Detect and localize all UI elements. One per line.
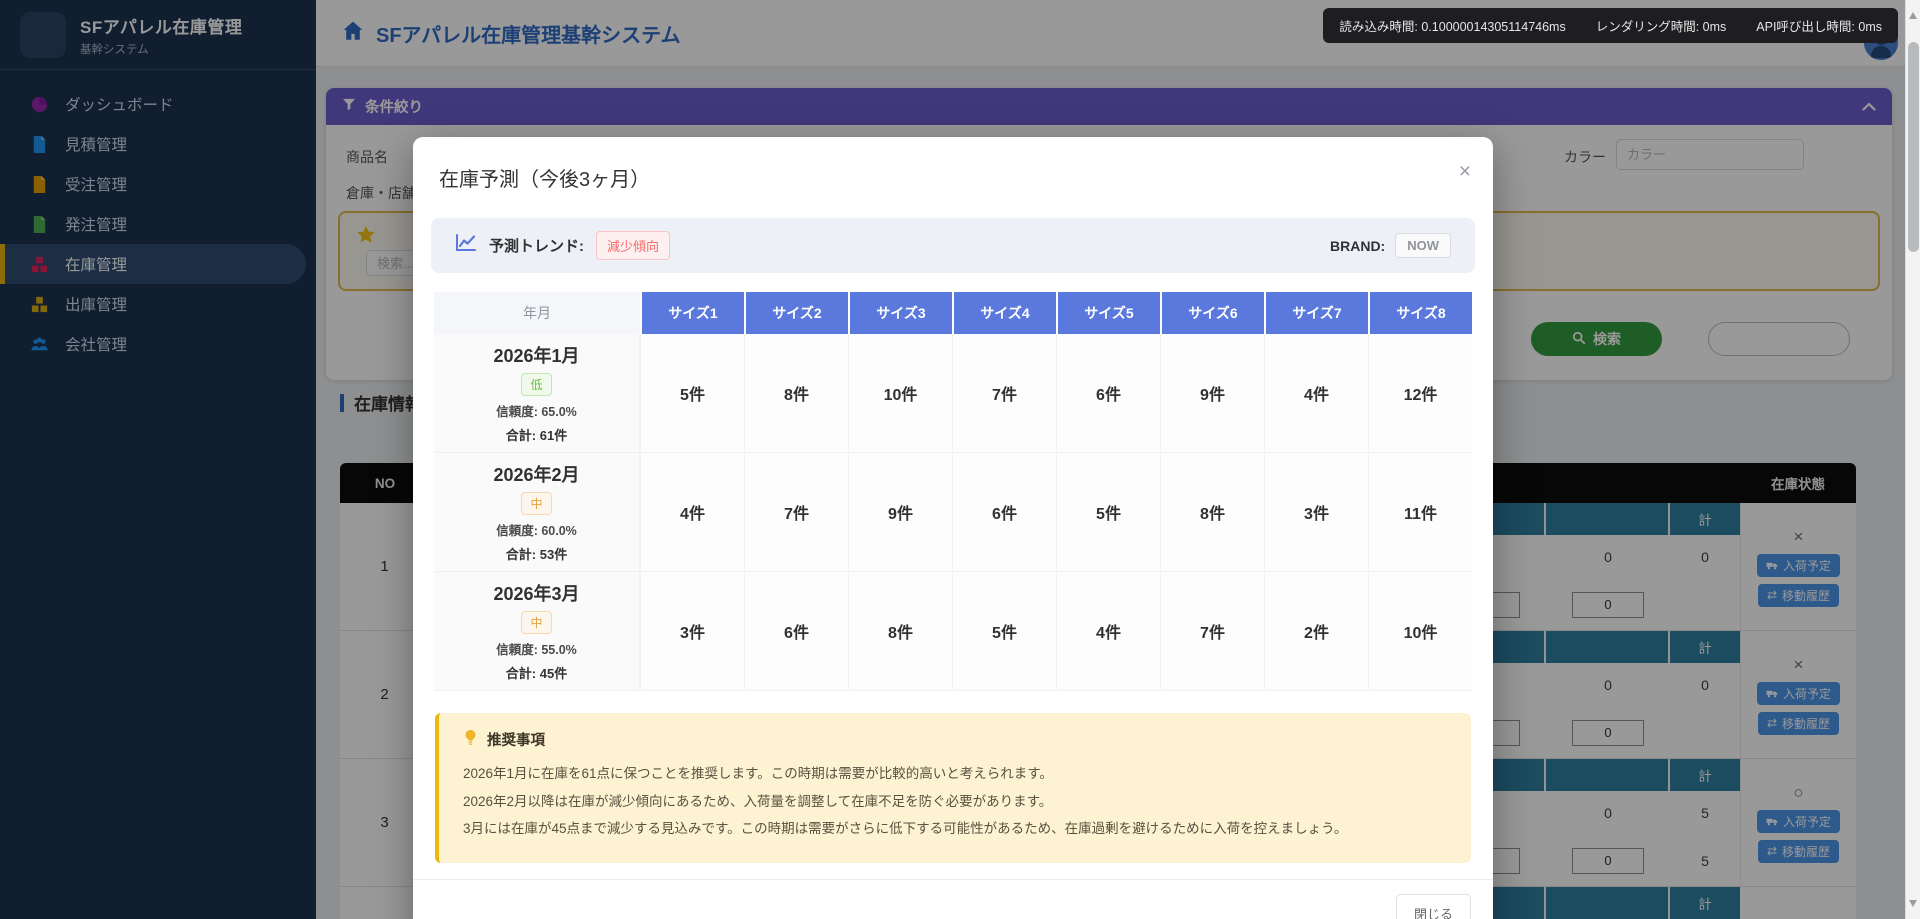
total-text: 合計: 61件 [506,425,567,444]
forecast-value: 3件 [1264,453,1368,571]
forecast-value: 6件 [744,572,848,690]
recommendation-line: 3月には在庫が45点まで減少する見込みです。この時期は需要がさらに低下する可能性… [463,815,1447,843]
month-cell: 2026年3月 中 信頼度: 55.0% 合計: 45件 [434,572,640,690]
api-time: API呼び出し時間: 0ms [1756,16,1882,35]
forecast-value: 8件 [744,334,848,452]
size-column-header: サイズ6 [1160,292,1264,334]
chart-line-icon [455,233,477,258]
confidence-level-badge: 中 [521,492,551,515]
confidence-text: 信頼度: 55.0% [496,639,577,658]
scroll-up-arrow[interactable] [1909,12,1917,19]
scrollbar[interactable] [1905,0,1920,919]
size-column-header: サイズ2 [744,292,848,334]
recommendation-line: 2026年2月以降は在庫が減少傾向にあるため、入荷量を調整して在庫不足を防ぐ必要… [463,788,1447,816]
forecast-value: 5件 [640,334,744,452]
scroll-down-arrow[interactable] [1909,900,1917,907]
load-time: 読み込み時間: 0.10000014305114746ms [1339,16,1565,35]
size-column-header: サイズ1 [640,292,744,334]
month-label: 2026年1月 [493,342,579,368]
forecast-value: 8件 [848,572,952,690]
forecast-table: 年月 サイズ1 サイズ2 サイズ3 サイズ4 サイズ5 サイズ6 サイズ7 サイ… [434,292,1472,691]
confidence-level-badge: 中 [521,611,551,634]
forecast-value: 6件 [1056,334,1160,452]
lightbulb-icon [463,729,478,750]
forecast-row: 2026年2月 中 信頼度: 60.0% 合計: 53件 4件 7件 9件 6件… [434,453,1472,572]
close-button[interactable]: 閉じる [1396,894,1471,919]
forecast-value: 11件 [1368,453,1472,571]
forecast-value: 10件 [1368,572,1472,690]
forecast-row: 2026年3月 中 信頼度: 55.0% 合計: 45件 3件 6件 8件 5件… [434,572,1472,691]
forecast-value: 4件 [1056,572,1160,690]
size-column-header: サイズ3 [848,292,952,334]
month-cell: 2026年2月 中 信頼度: 60.0% 合計: 53件 [434,453,640,571]
forecast-row: 2026年1月 低 信頼度: 65.0% 合計: 61件 5件 8件 10件 7… [434,334,1472,453]
app-root: SFアパレル在庫管理 基幹システム ダッシュボード 見積管理 [0,0,1920,919]
size-column-header: サイズ4 [952,292,1056,334]
trend-bar: 予測トレンド: 減少傾向 BRAND: NOW [431,218,1475,273]
forecast-value: 9件 [1160,334,1264,452]
brand-label: BRAND: [1330,238,1385,254]
confidence-text: 信頼度: 60.0% [496,520,577,539]
forecast-value: 7件 [952,334,1056,452]
confidence-text: 信頼度: 65.0% [496,401,577,420]
forecast-value: 2件 [1264,572,1368,690]
forecast-value: 6件 [952,453,1056,571]
trend-label: 予測トレンド: [489,235,584,256]
recommendation-title: 推奨事項 [487,729,545,750]
total-text: 合計: 45件 [506,663,567,682]
confidence-level-badge: 低 [521,373,551,396]
total-text: 合計: 53件 [506,544,567,563]
scrollbar-thumb[interactable] [1908,42,1919,252]
recommendation-box: 推奨事項 2026年1月に在庫を61点に保つことを推奨します。この時期は需要が比… [435,713,1471,863]
size-column-header: サイズ8 [1368,292,1472,334]
month-label: 2026年2月 [493,461,579,487]
modal-header: 在庫予測（今後3ヶ月） × [413,137,1493,210]
performance-bar: 読み込み時間: 0.10000014305114746ms レンダリング時間: … [1323,8,1898,43]
forecast-value: 3件 [640,572,744,690]
render-time: レンダリング時間: 0ms [1596,16,1727,35]
forecast-value: 10件 [848,334,952,452]
modal-title: 在庫予測（今後3ヶ月） [439,169,650,191]
forecast-value: 4件 [1264,334,1368,452]
forecast-value: 9件 [848,453,952,571]
forecast-value: 5件 [1056,453,1160,571]
forecast-value: 7件 [1160,572,1264,690]
size-column-header: サイズ5 [1056,292,1160,334]
recommendation-line: 2026年1月に在庫を61点に保つことを推奨します。この時期は需要が比較的高いと… [463,760,1447,788]
forecast-value: 4件 [640,453,744,571]
modal-footer: 閉じる [413,879,1493,919]
trend-badge: 減少傾向 [596,231,670,260]
forecast-value: 8件 [1160,453,1264,571]
brand-value-badge: NOW [1395,233,1451,258]
size-column-header: サイズ7 [1264,292,1368,334]
forecast-value: 7件 [744,453,848,571]
month-cell: 2026年1月 低 信頼度: 65.0% 合計: 61件 [434,334,640,452]
month-column-header: 年月 [434,292,640,334]
close-icon[interactable]: × [1459,161,1471,182]
month-label: 2026年3月 [493,580,579,606]
forecast-table-header: 年月 サイズ1 サイズ2 サイズ3 サイズ4 サイズ5 サイズ6 サイズ7 サイ… [434,292,1472,334]
forecast-modal: 在庫予測（今後3ヶ月） × 予測トレンド: 減少傾向 BRAND: NOW 年月… [413,137,1493,919]
forecast-value: 12件 [1368,334,1472,452]
forecast-value: 5件 [952,572,1056,690]
